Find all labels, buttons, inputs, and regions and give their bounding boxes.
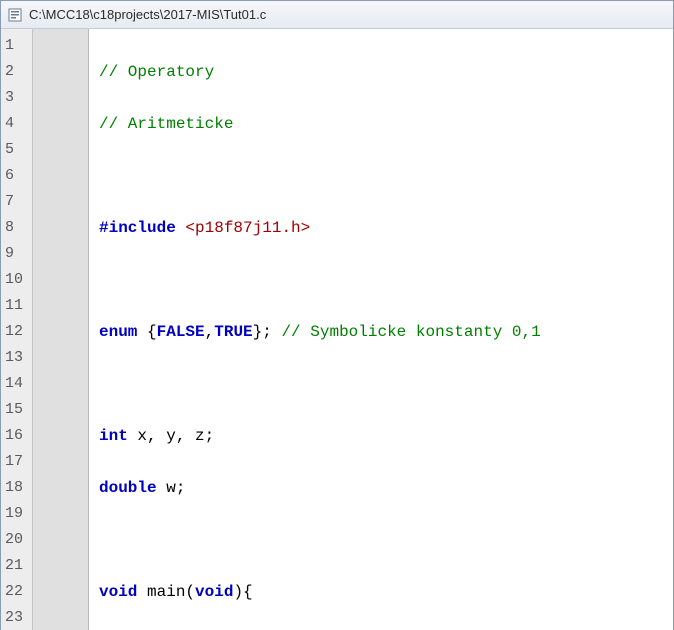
line-number: 18 [1, 475, 32, 501]
code-line: double w; [99, 475, 673, 501]
space [137, 583, 147, 601]
line-number-gutter: 1 2 3 4 5 6 7 8 9 10 11 12 13 14 15 16 1… [1, 29, 33, 630]
line-number: 23 [1, 605, 32, 630]
line-number: 9 [1, 241, 32, 267]
constant: TRUE [214, 323, 252, 341]
preprocessor: #include [99, 219, 176, 237]
punct: { [137, 323, 156, 341]
line-number: 22 [1, 579, 32, 605]
editor-window: C:\MCC18\c18projects\2017-MIS\Tut01.c 1 … [0, 0, 674, 630]
line-number: 21 [1, 553, 32, 579]
code-line: // Aritmeticke [99, 111, 673, 137]
decl: x, y, z; [128, 427, 214, 445]
code-line [99, 267, 673, 293]
code-line [99, 527, 673, 553]
code-line: void main(void){ [99, 579, 673, 605]
line-number: 15 [1, 397, 32, 423]
comment: // Aritmeticke [99, 115, 233, 133]
code-line: #include <p18f87j11.h> [99, 215, 673, 241]
punct: }; [253, 323, 282, 341]
func-name: main [147, 583, 185, 601]
type: void [195, 583, 233, 601]
line-number: 8 [1, 215, 32, 241]
line-number: 19 [1, 501, 32, 527]
titlebar[interactable]: C:\MCC18\c18projects\2017-MIS\Tut01.c [1, 1, 673, 29]
punct: ){ [233, 583, 252, 601]
line-number: 7 [1, 189, 32, 215]
line-number: 14 [1, 371, 32, 397]
code-line [99, 371, 673, 397]
file-icon [7, 7, 23, 23]
editor-margin [33, 29, 89, 630]
code-area[interactable]: // Operatory // Aritmeticke #include <p1… [89, 29, 673, 630]
line-number: 13 [1, 345, 32, 371]
constant: FALSE [157, 323, 205, 341]
punct: ( [185, 583, 195, 601]
type: void [99, 583, 137, 601]
line-number: 5 [1, 137, 32, 163]
decl: w; [157, 479, 186, 497]
code-line: enum {FALSE,TRUE}; // Symbolicke konstan… [99, 319, 673, 345]
line-number: 2 [1, 59, 32, 85]
line-number: 4 [1, 111, 32, 137]
punct: , [205, 323, 215, 341]
code-line: int x, y, z; [99, 423, 673, 449]
type: int [99, 427, 128, 445]
line-number: 10 [1, 267, 32, 293]
line-number: 6 [1, 163, 32, 189]
line-number: 20 [1, 527, 32, 553]
line-number: 17 [1, 449, 32, 475]
line-number: 11 [1, 293, 32, 319]
window-title: C:\MCC18\c18projects\2017-MIS\Tut01.c [29, 7, 266, 22]
comment: // Operatory [99, 63, 214, 81]
line-number: 12 [1, 319, 32, 345]
line-number: 3 [1, 85, 32, 111]
line-number: 1 [1, 33, 32, 59]
include-path: <p18f87j11.h> [185, 219, 310, 237]
code-editor[interactable]: 1 2 3 4 5 6 7 8 9 10 11 12 13 14 15 16 1… [1, 29, 673, 630]
code-line [99, 163, 673, 189]
keyword: enum [99, 323, 137, 341]
comment: // Symbolicke konstanty 0,1 [281, 323, 540, 341]
code-line: // Operatory [99, 59, 673, 85]
line-number: 16 [1, 423, 32, 449]
type: double [99, 479, 157, 497]
